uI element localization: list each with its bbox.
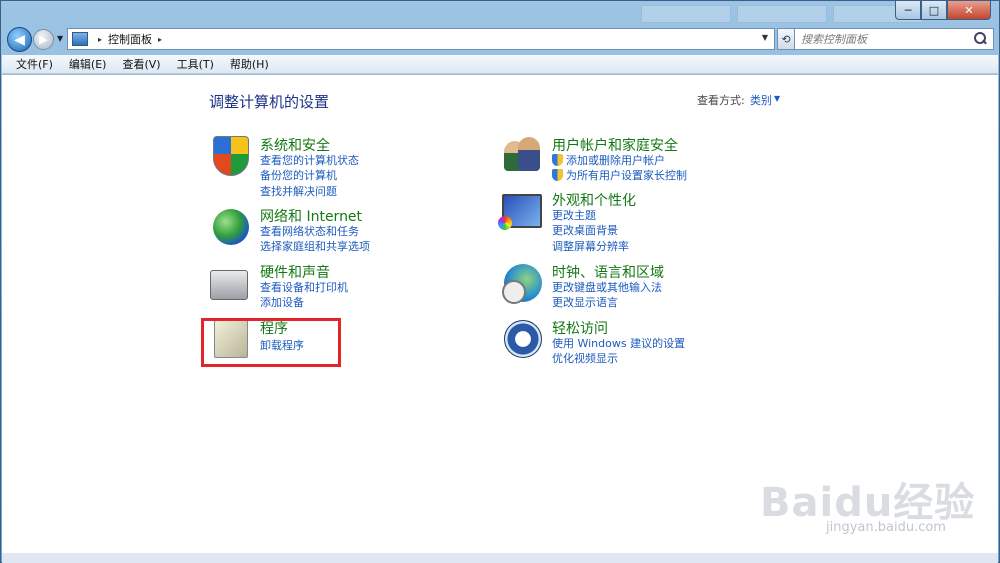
recent-pages-dropdown[interactable]: ▼	[57, 34, 63, 43]
category-appearance: 外观和个性化 更改主题 更改桌面背景 调整屏幕分辨率	[498, 190, 782, 256]
clock-globe-icon[interactable]	[502, 262, 544, 304]
refresh-button[interactable]: ⟲	[777, 28, 795, 50]
link-network-status[interactable]: 查看网络状态和任务	[260, 223, 359, 239]
close-button[interactable]: ✕	[947, 1, 991, 20]
category-clock-language-region: 时钟、语言和区域 更改键盘或其他输入法 更改显示语言	[502, 262, 782, 312]
link-add-remove-accounts[interactable]: 添加或删除用户帐户	[552, 152, 665, 168]
status-bar	[2, 553, 998, 563]
menu-tools[interactable]: 工具(T)	[171, 55, 220, 73]
uac-shield-icon	[552, 169, 563, 181]
category-user-accounts: 用户帐户和家庭安全 添加或删除用户帐户 为所有用户设置家长控制	[502, 135, 782, 185]
category-hardware-sound: 硬件和声音 查看设备和打印机 添加设备	[210, 262, 450, 312]
breadcrumb-control-panel[interactable]: 控制面板	[108, 31, 152, 47]
background-item	[737, 5, 827, 23]
maximize-button[interactable]: □	[921, 1, 947, 20]
menu-file[interactable]: 文件(F)	[10, 55, 59, 73]
menu-bar: 文件(F) 编辑(E) 查看(V) 工具(T) 帮助(H)	[2, 55, 998, 74]
link-devices-printers[interactable]: 查看设备和打印机	[260, 279, 348, 295]
minimize-button[interactable]: ─	[895, 1, 921, 20]
menu-edit[interactable]: 编辑(E)	[63, 55, 113, 73]
link-change-theme[interactable]: 更改主题	[552, 207, 596, 223]
network-globe-icon[interactable]	[210, 206, 252, 248]
arrow-left-icon: ◀	[14, 31, 25, 48]
page-title: 调整计算机的设置	[209, 93, 330, 111]
title-bar[interactable]: ─ □ ✕	[1, 1, 999, 27]
back-button[interactable]: ◀	[7, 27, 32, 52]
menu-view[interactable]: 查看(V)	[116, 55, 166, 73]
background-taskbar-items	[641, 5, 923, 23]
link-recommended-settings[interactable]: 使用 Windows 建议的设置	[552, 335, 685, 351]
link-parental-controls[interactable]: 为所有用户设置家长控制	[552, 167, 687, 183]
users-icon[interactable]	[502, 135, 544, 177]
uac-shield-icon	[552, 154, 563, 166]
arrow-right-icon: ▶	[39, 33, 48, 46]
display-icon[interactable]	[498, 190, 544, 232]
background-item	[641, 5, 731, 23]
address-bar[interactable]: ▸ 控制面板 ▸ ▼	[67, 28, 775, 50]
link-screen-resolution[interactable]: 调整屏幕分辨率	[552, 238, 629, 254]
search-input[interactable]: 搜索控制面板	[801, 31, 974, 47]
navigation-row: ◀ ▶ ▼ ▸ 控制面板 ▸ ▼ ⟲ 搜索控制面板	[7, 27, 995, 52]
forward-button[interactable]: ▶	[33, 29, 54, 50]
annotation-highlight-box	[201, 318, 341, 367]
link-change-keyboard[interactable]: 更改键盘或其他输入法	[552, 279, 662, 295]
link-view-computer-status[interactable]: 查看您的计算机状态	[260, 152, 359, 168]
search-icon[interactable]	[974, 32, 988, 46]
chevron-down-icon[interactable]: ▼	[774, 94, 780, 103]
link-backup-computer[interactable]: 备份您的计算机	[260, 167, 337, 183]
menu-help[interactable]: 帮助(H)	[224, 55, 275, 73]
printer-icon[interactable]	[210, 262, 252, 304]
link-add-device[interactable]: 添加设备	[260, 294, 304, 310]
link-desktop-background[interactable]: 更改桌面背景	[552, 222, 618, 238]
watermark-url: jingyan.baidu.com	[826, 520, 946, 535]
search-box[interactable]: 搜索控制面板	[794, 28, 994, 50]
control-panel-icon	[72, 32, 88, 46]
view-by-dropdown[interactable]: 类别	[750, 92, 772, 108]
category-system-security: 系统和安全 查看您的计算机状态 备份您的计算机 查找并解决问题	[210, 135, 450, 201]
category-network-internet: 网络和 Internet 查看网络状态和任务 选择家庭组和共享选项	[210, 206, 450, 256]
category-ease-of-access: 轻松访问 使用 Windows 建议的设置 优化视频显示	[502, 318, 782, 368]
ease-of-access-icon[interactable]	[502, 318, 544, 360]
refresh-icon: ⟲	[781, 32, 791, 46]
window-controls: ─ □ ✕	[895, 1, 991, 20]
breadcrumb-separator[interactable]: ▸	[158, 35, 162, 44]
security-shield-icon[interactable]	[210, 135, 252, 177]
link-homegroup-sharing[interactable]: 选择家庭组和共享选项	[260, 238, 370, 254]
address-dropdown-icon[interactable]: ▼	[762, 33, 768, 42]
breadcrumb-separator[interactable]: ▸	[98, 35, 102, 44]
view-by-label: 查看方式:	[697, 94, 745, 107]
link-display-language[interactable]: 更改显示语言	[552, 294, 618, 310]
link-optimize-display[interactable]: 优化视频显示	[552, 350, 618, 366]
link-troubleshoot[interactable]: 查找并解决问题	[260, 183, 337, 199]
